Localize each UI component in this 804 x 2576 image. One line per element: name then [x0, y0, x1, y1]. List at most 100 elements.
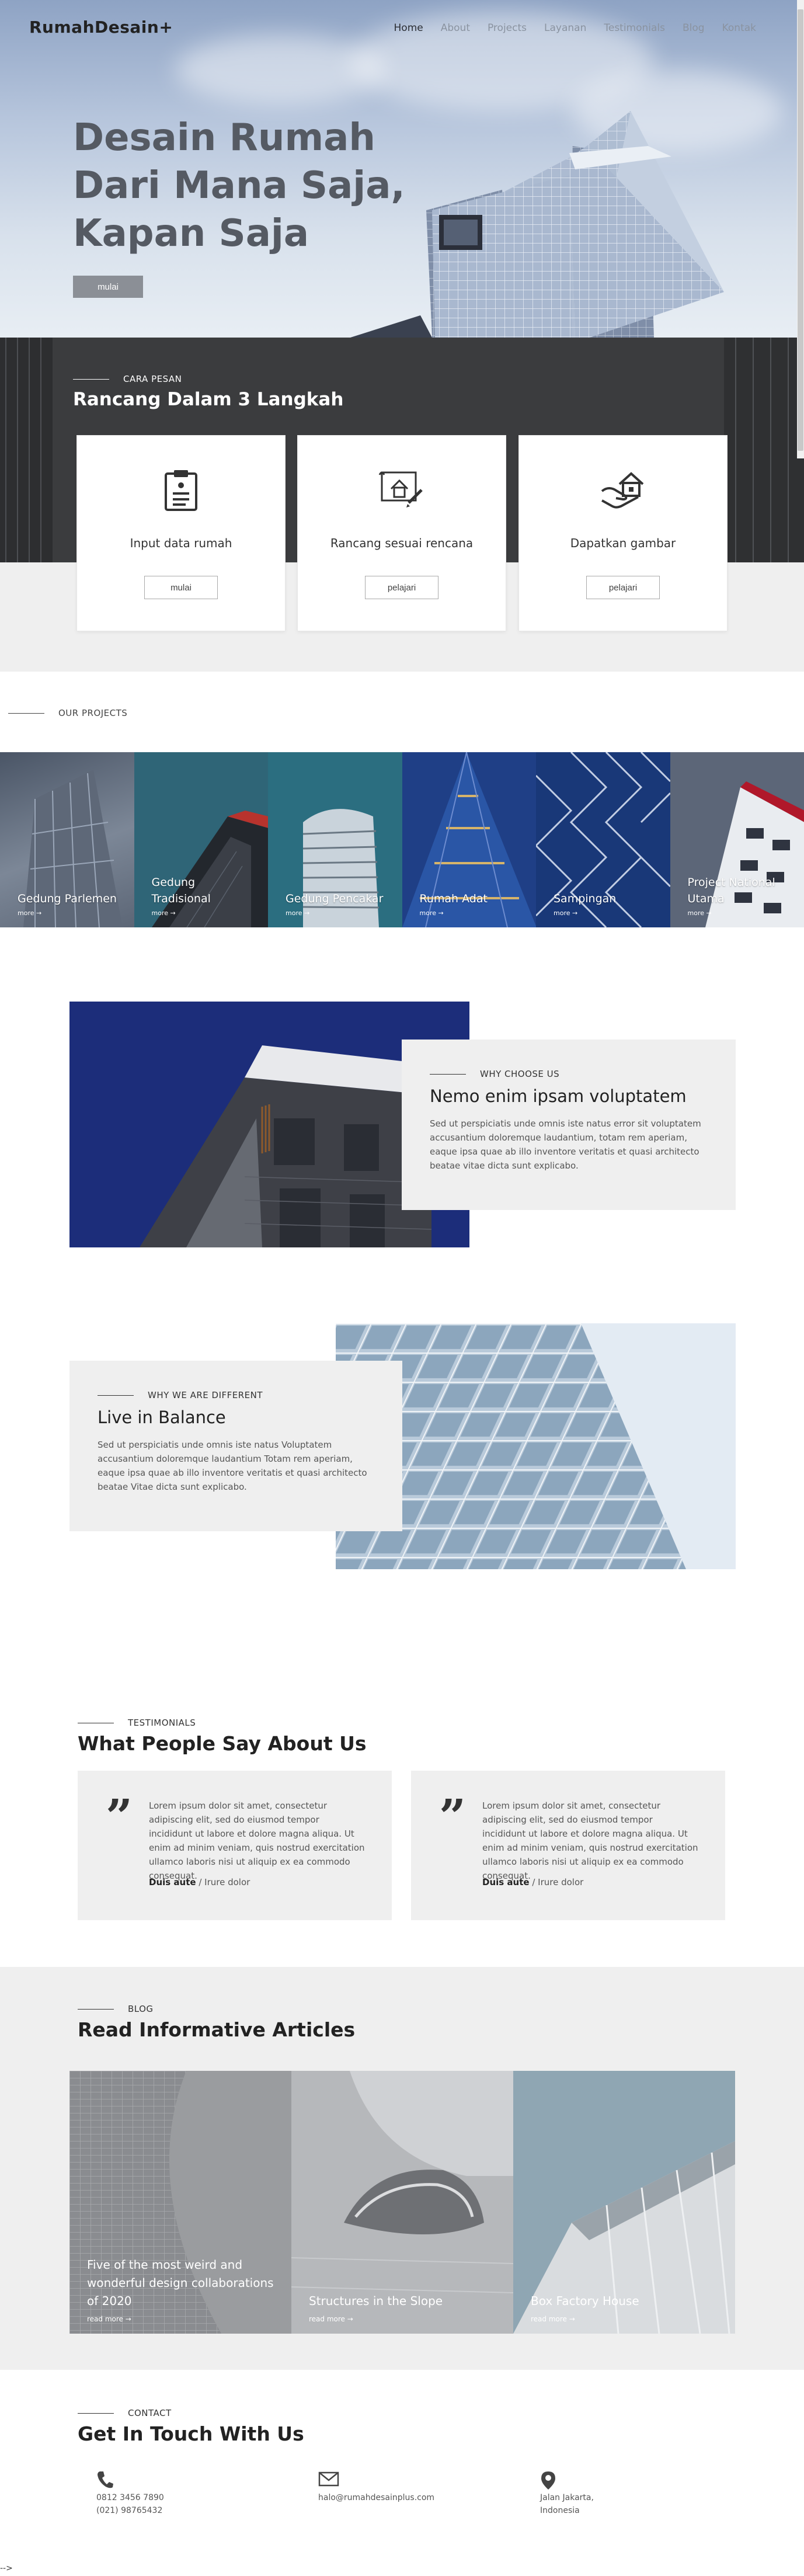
- phone-icon: [98, 2471, 113, 2488]
- projects-eyebrow-text: OUR PROJECTS: [58, 708, 128, 718]
- step-learn-button[interactable]: pelajari: [586, 576, 660, 599]
- project-more-link[interactable]: more →: [688, 909, 712, 917]
- testimonial-text: Lorem ipsum dolor sit amet, consectetur …: [482, 1800, 698, 1881]
- nav-item-layanan[interactable]: Layanan: [544, 22, 586, 34]
- projects-eyebrow: OUR PROJECTS: [8, 708, 127, 718]
- article-caption: Box Factory House: [531, 2292, 718, 2310]
- article-read-more-link[interactable]: read more →: [309, 2315, 353, 2323]
- step-start-button[interactable]: mulai: [144, 576, 218, 599]
- hero-start-button[interactable]: mulai: [73, 276, 143, 298]
- blog-eyebrow-text: BLOG: [128, 2004, 154, 2014]
- project-title-line-1: Gedung: [151, 876, 196, 889]
- blueprint-house-icon: [378, 471, 423, 507]
- testimonials-eyebrow: TESTIMONIALS: [78, 1718, 196, 1728]
- different-eyebrow: WHY WE ARE DIFFERENT: [98, 1390, 263, 1400]
- article-read-more-link[interactable]: read more →: [87, 2315, 131, 2323]
- step-card-title: Rancang sesuai rencana: [330, 536, 474, 550]
- step-learn-button[interactable]: pelajari: [365, 576, 438, 599]
- blog-eyebrow: BLOG: [78, 2004, 154, 2014]
- project-title-line-1: Rumah Adat: [419, 892, 488, 905]
- blog-article[interactable]: Structures in the Slope read more →: [291, 2071, 513, 2334]
- blog-article[interactable]: Five of the most weird and wonderful desi…: [69, 2071, 291, 2334]
- scrollbar-thumb[interactable]: [798, 9, 803, 451]
- project-title-line-1: Gedung Parlemen: [18, 892, 117, 905]
- hero-title-line-2: Dari Mana Saja,: [73, 164, 405, 207]
- contact-email: halo@rumahdesainplus.com: [318, 2470, 493, 2504]
- article-caption: Structures in the Slope: [309, 2292, 496, 2310]
- project-title-line-1: Project National: [687, 876, 775, 889]
- article-caption: Five of the most weird and wonderful desi…: [87, 2256, 274, 2310]
- nav-item-testimonials[interactable]: Testimonials: [604, 22, 665, 34]
- nav-item-blog[interactable]: Blog: [683, 22, 705, 34]
- project-more-link[interactable]: more →: [554, 909, 577, 917]
- project-tile[interactable]: Gedung Tradisional more →: [134, 752, 268, 927]
- article-title-line-1: Box Factory House: [531, 2294, 639, 2308]
- article-title-line-1: Five of the most weird and: [87, 2258, 243, 2272]
- navbar: RumahDesain+ Home About Projects Layanan…: [0, 0, 804, 56]
- nav-menu: Home About Projects Layanan Testimonials…: [394, 22, 756, 34]
- contact-address: Jalan Jakarta, Indonesia: [540, 2470, 715, 2517]
- project-more-link[interactable]: more →: [286, 909, 309, 917]
- project-caption: Sampingan: [554, 891, 616, 907]
- project-title-line-2: Tradisional: [151, 892, 211, 905]
- project-tile[interactable]: Gedung Parlemen more →: [0, 752, 134, 927]
- step-card-title: Dapatkan gambar: [570, 536, 676, 550]
- eyebrow-line: [430, 1073, 466, 1075]
- hero-section: RumahDesain+ Home About Projects Layanan…: [0, 0, 804, 338]
- blog-article[interactable]: Box Factory House read more →: [513, 2071, 735, 2334]
- project-more-link[interactable]: more →: [420, 909, 444, 917]
- hero-title: Desain Rumah Dari Mana Saja, Kapan Saja: [73, 114, 435, 258]
- eyebrow-line: [98, 1395, 134, 1396]
- article-title-line-2: wonderful design collaborations: [87, 2276, 274, 2290]
- steps-eyebrow-text: CARA PESAN: [123, 374, 182, 384]
- testimonials-eyebrow-text: TESTIMONIALS: [128, 1718, 196, 1728]
- hero-title-line-1: Desain Rumah: [73, 116, 375, 159]
- step-card-3: Dapatkan gambar pelajari: [518, 435, 728, 631]
- why-choose-title: Nemo enim ipsam voluptatem: [430, 1086, 687, 1106]
- email-address[interactable]: halo@rumahdesainplus.com: [318, 2491, 493, 2504]
- projects-gallery: Gedung Parlemen more → Gedung Tradisional…: [0, 752, 804, 927]
- article-title-line-1: Structures in the Slope: [309, 2294, 443, 2308]
- author-role: / Irure dolor: [529, 1877, 584, 1887]
- phone-number-2[interactable]: (021) 98765432: [96, 2504, 272, 2517]
- project-tile[interactable]: Project National Utama more →: [670, 752, 804, 927]
- steps-title: Rancang Dalam 3 Langkah: [73, 389, 344, 410]
- eyebrow-line: [73, 378, 109, 380]
- project-tile[interactable]: Rumah Adat more →: [402, 752, 536, 927]
- project-caption: Gedung Parlemen: [18, 891, 117, 907]
- contact-phone: 0812 3456 7890 (021) 98765432: [96, 2470, 272, 2517]
- why-choose-text: Sed ut perspiciatis unde omnis iste natu…: [430, 1118, 701, 1171]
- hero-title-line-3: Kapan Saja: [73, 212, 309, 255]
- nav-item-home[interactable]: Home: [394, 22, 423, 34]
- site-logo[interactable]: RumahDesain+: [29, 18, 173, 37]
- eyebrow-line: [78, 2412, 114, 2414]
- steps-eyebrow: CARA PESAN: [73, 374, 182, 384]
- eyebrow-line: [78, 2008, 114, 2010]
- author-role: / Irure dolor: [196, 1877, 250, 1887]
- location-pin-icon: [541, 2471, 555, 2490]
- project-more-link[interactable]: more →: [152, 909, 176, 917]
- step-card-title: Input data rumah: [130, 536, 232, 550]
- eyebrow-line: [8, 712, 44, 714]
- nav-item-projects[interactable]: Projects: [488, 22, 527, 34]
- contact-eyebrow-text: CONTACT: [128, 2408, 172, 2418]
- project-tile[interactable]: Sampingan more →: [536, 752, 670, 927]
- author-name: Duis aute: [149, 1877, 196, 1887]
- article-read-more-link[interactable]: read more →: [531, 2315, 575, 2323]
- blog-articles: Five of the most weird and wonderful desi…: [69, 2071, 736, 2334]
- scrollbar[interactable]: [797, 0, 804, 458]
- mail-icon: [318, 2471, 339, 2487]
- back-to-top-arrow[interactable]: -->: [0, 2564, 13, 2573]
- testimonial-author: Duis aute / Irure dolor: [482, 1877, 583, 1887]
- project-tile[interactable]: Gedung Pencakar more →: [268, 752, 402, 927]
- phone-number-1[interactable]: 0812 3456 7890: [96, 2491, 272, 2504]
- why-choose-eyebrow-text: WHY CHOOSE US: [480, 1069, 560, 1079]
- nav-item-kontak[interactable]: Kontak: [722, 22, 756, 34]
- project-title-line-1: Sampingan: [554, 892, 617, 905]
- article-title-line-3: of 2020: [87, 2294, 132, 2308]
- project-more-link[interactable]: more →: [18, 909, 41, 917]
- testimonial-card: ” Lorem ipsum dolor sit amet, consectetu…: [411, 1771, 725, 1920]
- hand-house-icon: [601, 472, 644, 509]
- different-box: WHY WE ARE DIFFERENT Live in Balance Sed…: [69, 1361, 402, 1531]
- nav-item-about[interactable]: About: [441, 22, 470, 34]
